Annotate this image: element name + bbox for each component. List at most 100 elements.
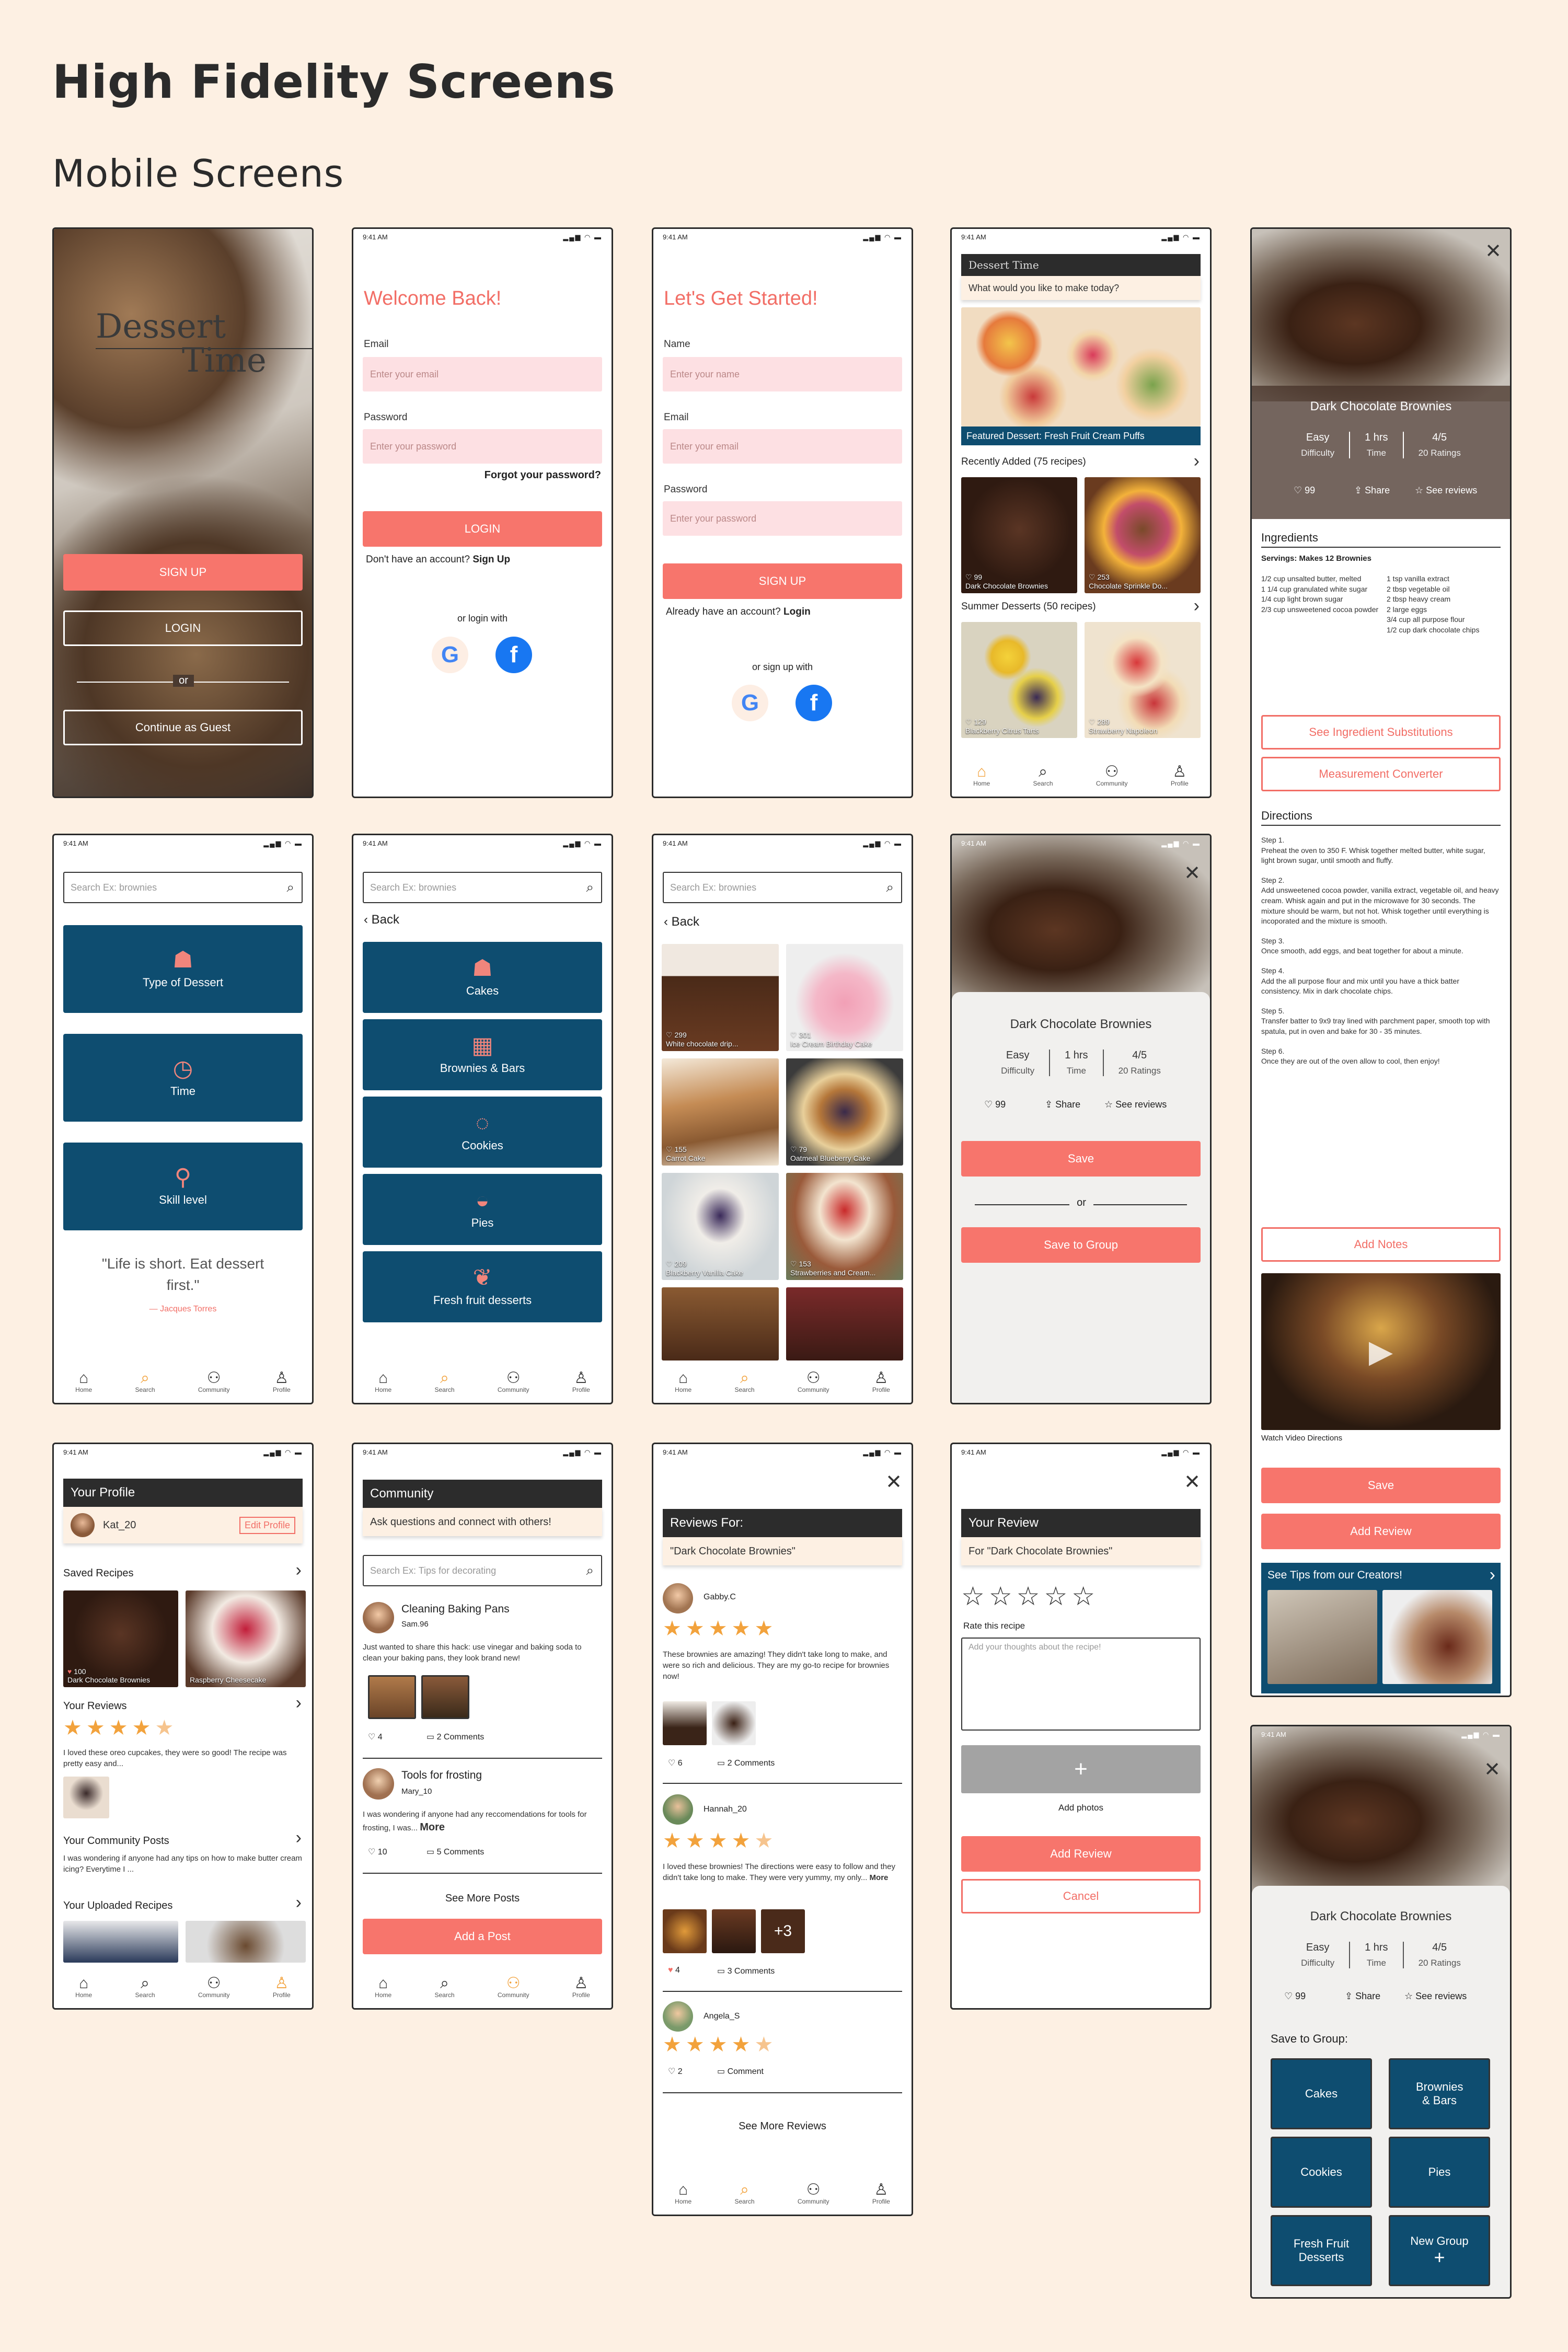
nav-home[interactable]: ⌂ Home — [75, 1370, 92, 1394]
add-notes-button[interactable]: Add Notes — [1261, 1227, 1501, 1262]
nav-community[interactable]: ⚇ Community — [498, 1370, 529, 1394]
nav-home[interactable]: ⌂ Home — [973, 764, 990, 788]
chevron-right-icon[interactable]: › — [1194, 596, 1200, 616]
recipe-card[interactable]: ♡ 253 Chocolate Sprinkle Do... — [1085, 477, 1201, 593]
comments-button[interactable]: ▭ 5 Comments — [426, 1847, 484, 1857]
avatar[interactable] — [363, 1602, 394, 1633]
nav-home[interactable]: ⌂ Home — [375, 1370, 391, 1394]
post-photo[interactable] — [421, 1675, 469, 1719]
nav-community[interactable]: ⚇ Community — [798, 2182, 829, 2206]
review-photo[interactable] — [712, 1909, 756, 1953]
search-input[interactable]: Search Ex: brownies ⌕ — [363, 872, 602, 903]
back-button[interactable]: ‹ Back — [664, 915, 699, 929]
nav-search[interactable]: ⌕ Search — [135, 1976, 155, 1999]
password-field[interactable]: Enter your password — [363, 429, 602, 464]
nav-profile[interactable]: ♙ Profile — [572, 1370, 590, 1394]
heart-icon[interactable]: ♥ — [668, 1966, 673, 1975]
avatar[interactable] — [71, 1513, 95, 1537]
share-button[interactable]: ⇪ Share — [1354, 485, 1390, 496]
nav-search[interactable]: ⌕ Search — [434, 1370, 454, 1394]
group-tile-brownies[interactable]: Brownies & Bars — [1389, 2058, 1490, 2129]
post-title[interactable]: Cleaning Baking Pans — [401, 1603, 510, 1616]
chevron-right-icon[interactable]: › — [296, 1893, 302, 1913]
close-icon[interactable]: ✕ — [885, 1470, 902, 1494]
add-review-button[interactable]: Add Review — [961, 1836, 1201, 1872]
nav-profile[interactable]: ♙ Profile — [572, 1976, 590, 1999]
tile-fresh-fruit[interactable]: ❦ Fresh fruit desserts — [363, 1251, 602, 1322]
nav-community[interactable]: ⚇ Community — [198, 1370, 230, 1394]
add-photo-button[interactable]: + — [961, 1745, 1201, 1793]
tips-panel[interactable]: See Tips from our Creators! › — [1261, 1563, 1501, 1693]
login-button[interactable]: LOGIN — [63, 610, 303, 646]
nav-home[interactable]: ⌂ Home — [375, 1976, 391, 1999]
heart-icon[interactable]: ♡ — [368, 1733, 375, 1742]
review-photo[interactable] — [663, 1701, 707, 1745]
save-button[interactable]: Save — [1261, 1468, 1501, 1503]
more-link[interactable]: More — [420, 1821, 445, 1833]
heart-icon[interactable]: ♡ — [668, 1759, 675, 1768]
close-icon[interactable]: ✕ — [1184, 1470, 1201, 1494]
nav-profile[interactable]: ♙ Profile — [872, 2182, 890, 2206]
group-tile-cookies[interactable]: Cookies — [1271, 2137, 1372, 2208]
heart-icon[interactable]: ♡ — [984, 1099, 993, 1110]
heart-icon[interactable]: ♡ — [368, 1848, 375, 1857]
search-input[interactable]: Search Ex: brownies ⌕ — [63, 872, 303, 903]
nav-profile[interactable]: ♙ Profile — [273, 1976, 291, 1999]
avatar[interactable] — [663, 1794, 693, 1825]
saved-recipe-card[interactable]: ♥ 100 Dark Chocolate Brownies — [63, 1590, 178, 1687]
see-reviews-button[interactable]: ☆ See reviews — [1404, 1991, 1467, 2002]
chevron-right-icon[interactable]: › — [296, 1828, 302, 1848]
share-button[interactable]: ⇪ Share — [1045, 1099, 1080, 1110]
group-tile-new[interactable]: New Group + — [1389, 2215, 1490, 2286]
email-field[interactable]: Enter your email — [663, 429, 902, 464]
featured-photo[interactable] — [961, 307, 1201, 426]
post-title[interactable]: Tools for frosting — [401, 1769, 482, 1782]
tip-photo[interactable] — [1267, 1590, 1377, 1684]
group-tile-cakes[interactable]: Cakes — [1271, 2058, 1372, 2129]
login-button[interactable]: LOGIN — [363, 511, 602, 547]
see-more-posts-link[interactable]: See More Posts — [353, 1893, 612, 1905]
review-photo[interactable] — [663, 1909, 707, 1953]
close-icon[interactable]: ✕ — [1184, 861, 1201, 885]
nav-home[interactable]: ⌂ Home — [675, 2182, 691, 2206]
substitutions-button[interactable]: See Ingredient Substitutions — [1261, 715, 1501, 750]
see-reviews-button[interactable]: ☆ See reviews — [1415, 485, 1477, 496]
nav-profile[interactable]: ♙ Profile — [1171, 764, 1189, 788]
comments-button[interactable]: ▭ Comment — [717, 2066, 764, 2077]
heart-icon[interactable]: ♡ — [1284, 1991, 1293, 2001]
comments-button[interactable]: ▭ 3 Comments — [717, 1966, 775, 1976]
tile-pies[interactable]: ◒ Pies — [363, 1174, 602, 1245]
more-photos[interactable]: +3 — [761, 1909, 805, 1953]
avatar[interactable] — [363, 1768, 394, 1800]
nav-home[interactable]: ⌂ Home — [675, 1370, 691, 1394]
recipe-card[interactable]: ♡ 153 Strawberries and Cream... — [786, 1173, 903, 1280]
search-icon[interactable]: ⌕ — [586, 879, 594, 896]
recipe-card[interactable]: ♡ 99 Dark Chocolate Brownies — [961, 477, 1077, 593]
review-textarea[interactable]: Add your thoughts about the recipe! — [961, 1638, 1201, 1731]
close-icon[interactable]: ✕ — [1485, 239, 1502, 263]
saved-recipe-card[interactable]: Raspberry Cheesecake — [186, 1590, 306, 1687]
back-button[interactable]: ‹ Back — [364, 913, 399, 927]
comments-button[interactable]: ▭ 2 Comments — [426, 1732, 484, 1742]
see-more-reviews-link[interactable]: See More Reviews — [653, 2120, 912, 2132]
recipe-card[interactable]: ♡ 155 Carrot Cake — [662, 1058, 779, 1166]
comments-button[interactable]: ▭ 2 Comments — [717, 1758, 775, 1768]
post-photo[interactable] — [368, 1675, 416, 1719]
group-tile-fresh-fruit[interactable]: Fresh Fruit Desserts — [1271, 2215, 1372, 2286]
tile-skill-level[interactable]: ⚲ Skill level — [63, 1143, 303, 1230]
converter-button[interactable]: Measurement Converter — [1261, 757, 1501, 791]
rating-stars-input[interactable]: ☆☆☆☆☆ — [961, 1581, 1099, 1611]
signup-button[interactable]: SIGN UP — [63, 554, 303, 591]
tip-photo[interactable] — [1382, 1590, 1492, 1684]
tile-type-of-dessert[interactable]: ☗ Type of Dessert — [63, 925, 303, 1013]
uploaded-recipe-card[interactable] — [63, 1921, 178, 1963]
tile-cookies[interactable]: ◌ Cookies — [363, 1097, 602, 1168]
guest-button[interactable]: Continue as Guest — [63, 710, 303, 745]
recipe-card[interactable] — [786, 1287, 903, 1361]
forgot-password-link[interactable]: Forgot your password? — [485, 469, 601, 481]
nav-search[interactable]: ⌕ Search — [434, 1976, 454, 1999]
signup-button[interactable]: SIGN UP — [663, 563, 902, 599]
review-photo[interactable] — [63, 1777, 109, 1818]
nav-search[interactable]: ⌕ Search — [135, 1370, 155, 1394]
heart-icon[interactable]: ♡ — [668, 2067, 675, 2076]
